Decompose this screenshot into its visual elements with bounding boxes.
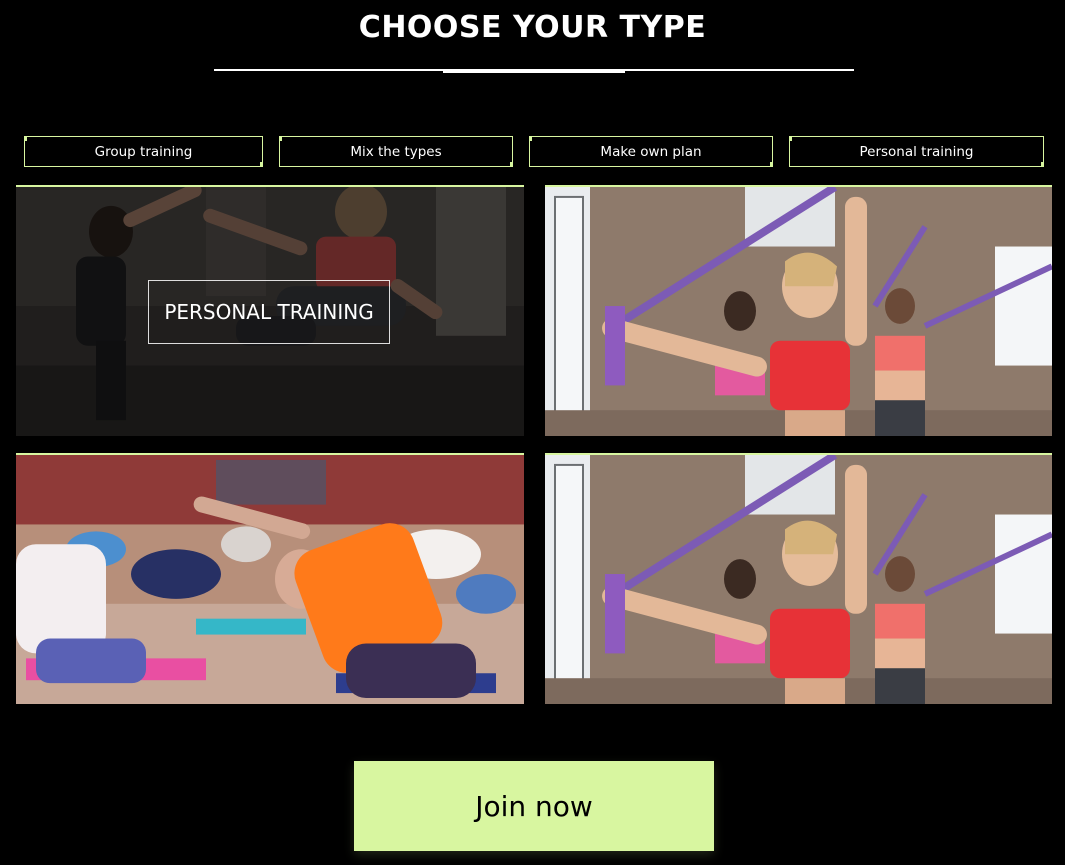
- filter-mix-types-button[interactable]: Mix the types: [279, 136, 513, 167]
- personal-training-card[interactable]: PERSONAL TRAINING: [16, 185, 524, 436]
- page: CHOOSE YOUR TYPE Group training Mix the …: [0, 0, 1065, 865]
- personal-training-card-label[interactable]: PERSONAL TRAINING: [148, 280, 390, 344]
- group-yoga-class-card[interactable]: [16, 453, 524, 704]
- filter-personal-training-button[interactable]: Personal training: [789, 136, 1044, 167]
- title-divider-highlight: [443, 69, 625, 73]
- page-title: CHOOSE YOUR TYPE: [358, 10, 707, 45]
- resistance-band-class-image: [545, 455, 1052, 704]
- group-yoga-class-image: [16, 455, 524, 704]
- resistance-band-class-card-2[interactable]: [545, 453, 1052, 704]
- resistance-band-class-card[interactable]: [545, 185, 1052, 436]
- join-now-button[interactable]: Join now: [354, 761, 714, 851]
- filter-group-training-button[interactable]: Group training: [24, 136, 263, 167]
- resistance-band-class-image: [545, 187, 1052, 436]
- filter-make-own-plan-button[interactable]: Make own plan: [529, 136, 773, 167]
